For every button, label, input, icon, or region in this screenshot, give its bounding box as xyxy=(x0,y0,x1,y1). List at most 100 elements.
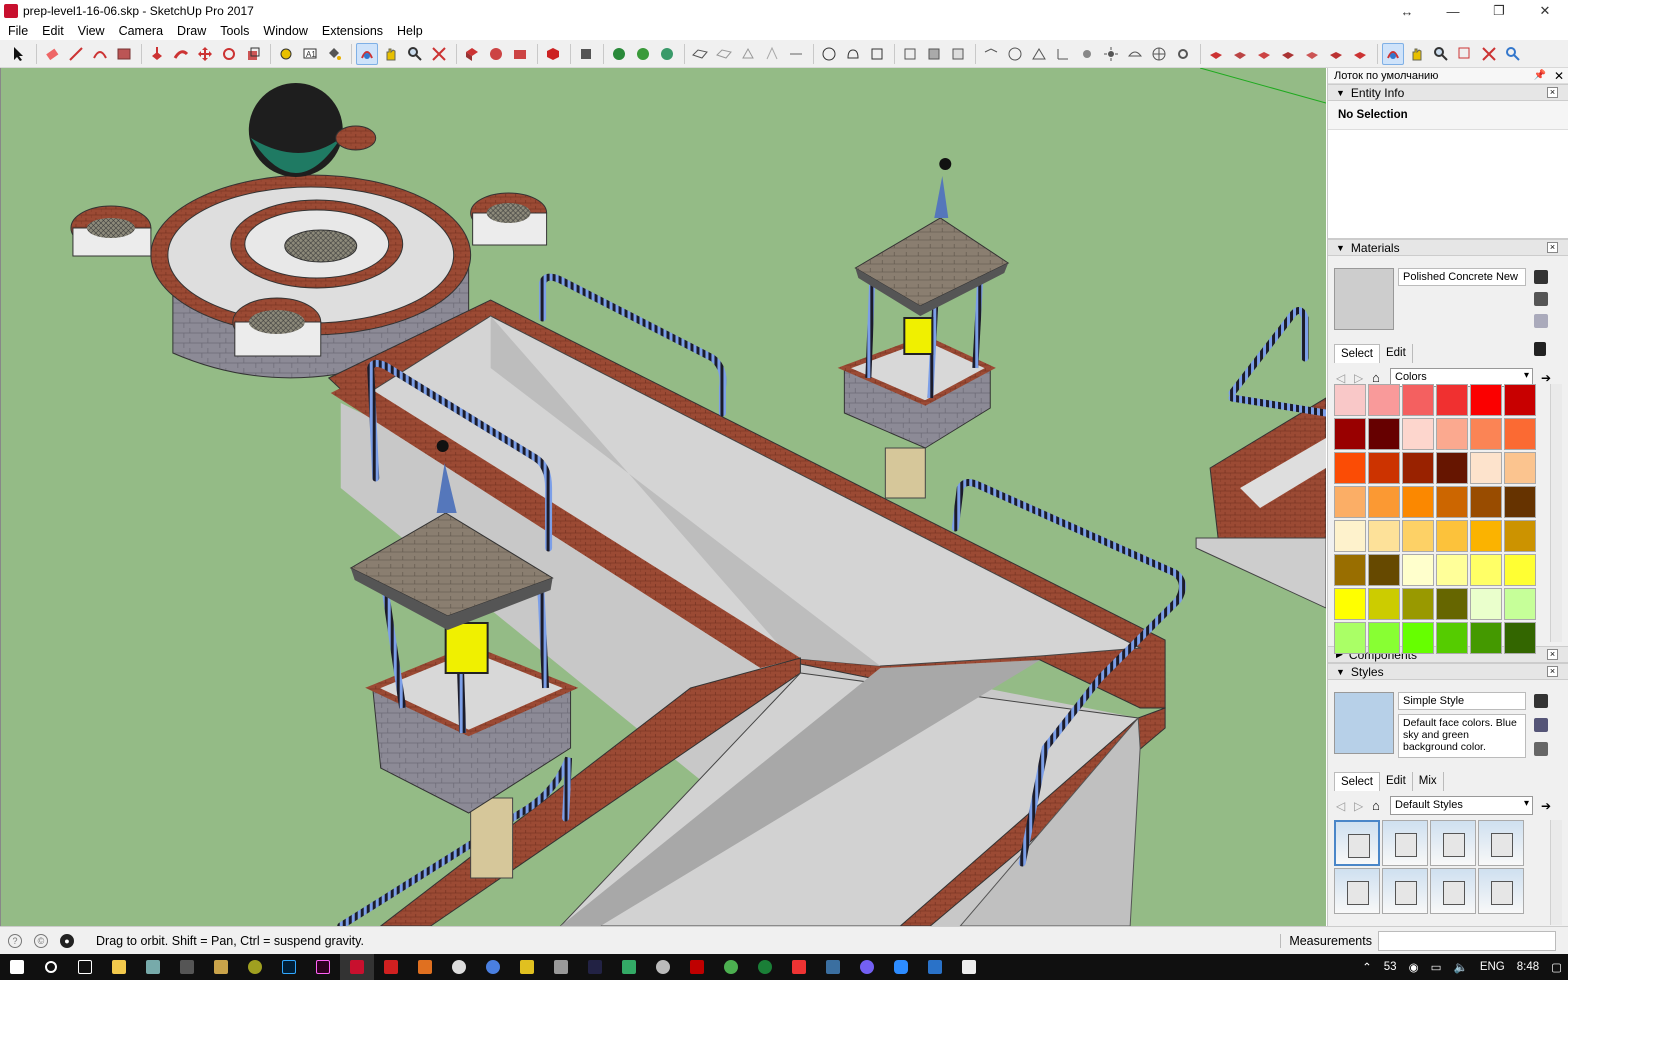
color-swatch[interactable] xyxy=(1436,486,1468,518)
entity-info-close-icon[interactable]: × xyxy=(1547,87,1558,98)
push-pull-tool-icon[interactable] xyxy=(146,43,168,65)
display-secondary-pane-icon[interactable] xyxy=(1534,694,1548,708)
color-swatch[interactable] xyxy=(1470,588,1502,620)
3d-warehouse-icon[interactable] xyxy=(461,43,483,65)
taskbar-app-icon[interactable] xyxy=(884,954,918,980)
color-swatch[interactable] xyxy=(1470,622,1502,654)
text-tool-icon[interactable]: A1 xyxy=(299,43,321,65)
color-swatch[interactable] xyxy=(1436,520,1468,552)
taskbar-app-icon[interactable] xyxy=(238,954,272,980)
entity-info-header[interactable]: ▼ Entity Info × xyxy=(1328,84,1568,101)
user-account-icon[interactable]: ● xyxy=(60,933,74,948)
xray-style-icon[interactable] xyxy=(818,43,840,65)
create-style-icon[interactable] xyxy=(1534,718,1548,732)
materials-close-icon[interactable]: × xyxy=(1547,242,1558,253)
color-swatch[interactable] xyxy=(1334,486,1366,518)
color-swatch[interactable] xyxy=(1334,588,1366,620)
color-swatch[interactable] xyxy=(1402,588,1434,620)
style-thumbnail[interactable] xyxy=(1334,868,1380,914)
standard-view-iso-icon[interactable] xyxy=(1205,43,1227,65)
pan-tool-icon[interactable] xyxy=(380,43,402,65)
forward-arrow-icon[interactable]: ▷ xyxy=(1354,799,1372,813)
color-swatch[interactable] xyxy=(1368,452,1400,484)
menu-extensions[interactable]: Extensions xyxy=(314,24,389,38)
menu-file[interactable]: File xyxy=(0,24,34,38)
color-swatch[interactable] xyxy=(1402,486,1434,518)
color-swatch[interactable] xyxy=(1504,520,1536,552)
color-swatch[interactable] xyxy=(1470,452,1502,484)
pin-icon[interactable]: 📌 xyxy=(1533,70,1545,81)
style-thumbnail[interactable] xyxy=(1382,868,1428,914)
taskbar-app-icon[interactable] xyxy=(646,954,680,980)
taskbar-app-icon[interactable] xyxy=(408,954,442,980)
color-swatch[interactable] xyxy=(1470,384,1502,416)
color-swatch[interactable] xyxy=(1504,588,1536,620)
standard-view-bottom-icon[interactable] xyxy=(1349,43,1371,65)
back-arrow-icon[interactable]: ◁ xyxy=(1336,371,1354,385)
clock-time[interactable]: 8:48 xyxy=(1517,961,1539,973)
color-swatch[interactable] xyxy=(1470,520,1502,552)
color-swatch[interactable] xyxy=(1436,384,1468,416)
geo-location-status-icon[interactable]: ? xyxy=(8,933,22,948)
tab-edit[interactable]: Edit xyxy=(1380,344,1413,363)
color-swatch[interactable] xyxy=(1504,486,1536,518)
tab-mix[interactable]: Mix xyxy=(1413,772,1444,791)
taskbar-app-icon[interactable] xyxy=(748,954,782,980)
menu-draw[interactable]: Draw xyxy=(169,24,212,38)
axes-icon[interactable] xyxy=(1052,43,1074,65)
menu-help[interactable]: Help xyxy=(389,24,429,38)
standard-view-right-icon[interactable] xyxy=(1277,43,1299,65)
share-model-icon[interactable] xyxy=(509,43,531,65)
color-swatch[interactable] xyxy=(1436,418,1468,450)
smoove-icon[interactable] xyxy=(737,43,759,65)
menu-window[interactable]: Window xyxy=(255,24,313,38)
protractor-icon[interactable] xyxy=(1004,43,1026,65)
color-swatch[interactable] xyxy=(1368,622,1400,654)
orbit-tool-icon[interactable] xyxy=(356,42,378,65)
select-tool-icon[interactable] xyxy=(8,43,30,65)
color-swatch[interactable] xyxy=(1436,554,1468,586)
zoom-tool-secondary-icon[interactable] xyxy=(1430,43,1452,65)
taskbar-app-icon[interactable] xyxy=(952,954,986,980)
taskbar-app-icon[interactable] xyxy=(374,954,408,980)
display-secondary-pane-icon[interactable] xyxy=(1534,270,1548,284)
file-explorer-icon[interactable] xyxy=(102,954,136,980)
taskbar-app-icon[interactable] xyxy=(136,954,170,980)
color-swatch[interactable] xyxy=(1436,588,1468,620)
orbit-tool-secondary-icon[interactable] xyxy=(1382,42,1404,65)
settings-gear-icon[interactable] xyxy=(1172,43,1194,65)
stamp-icon[interactable] xyxy=(761,43,783,65)
menu-camera[interactable]: Camera xyxy=(111,24,169,38)
menu-edit[interactable]: Edit xyxy=(34,24,70,38)
details-arrow-icon[interactable]: ➔ xyxy=(1533,371,1551,385)
style-thumbnail[interactable] xyxy=(1430,820,1476,866)
back-edges-style-icon[interactable] xyxy=(842,43,864,65)
color-swatch[interactable] xyxy=(1368,486,1400,518)
viber-tray-icon[interactable]: ◉ xyxy=(1409,960,1419,974)
taskbar-app-icon[interactable] xyxy=(510,954,544,980)
line-tool-icon[interactable] xyxy=(65,43,87,65)
taskbar-app-icon[interactable] xyxy=(612,954,646,980)
network-icon[interactable]: ▭ xyxy=(1431,960,1442,974)
style-thumbnail[interactable] xyxy=(1334,820,1380,866)
rectangle-tool-icon[interactable] xyxy=(113,43,135,65)
color-swatch[interactable] xyxy=(1504,452,1536,484)
default-material-icon[interactable] xyxy=(1534,314,1548,328)
sandbox-from-scratch-icon[interactable] xyxy=(713,43,735,65)
create-material-icon[interactable] xyxy=(1534,292,1548,306)
shadows-icon[interactable] xyxy=(1076,43,1098,65)
taskbar-app-icon[interactable] xyxy=(918,954,952,980)
color-swatch[interactable] xyxy=(1470,418,1502,450)
tab-select[interactable]: Select xyxy=(1334,772,1380,791)
taskbar-app-icon[interactable] xyxy=(170,954,204,980)
details-arrow-icon[interactable]: ➔ xyxy=(1533,799,1551,813)
sketchup-taskbar-icon[interactable] xyxy=(340,954,374,980)
tab-select[interactable]: Select xyxy=(1334,344,1380,363)
show-hidden-icons-icon[interactable]: ⌃ xyxy=(1362,960,1372,974)
resize-icon[interactable]: ↔ xyxy=(1384,4,1430,19)
credits-status-icon[interactable]: © xyxy=(34,933,48,948)
color-swatch[interactable] xyxy=(1402,554,1434,586)
home-icon[interactable]: ⌂ xyxy=(1372,798,1390,813)
maximize-button[interactable]: ❐ xyxy=(1476,3,1522,19)
color-swatch[interactable] xyxy=(1368,520,1400,552)
